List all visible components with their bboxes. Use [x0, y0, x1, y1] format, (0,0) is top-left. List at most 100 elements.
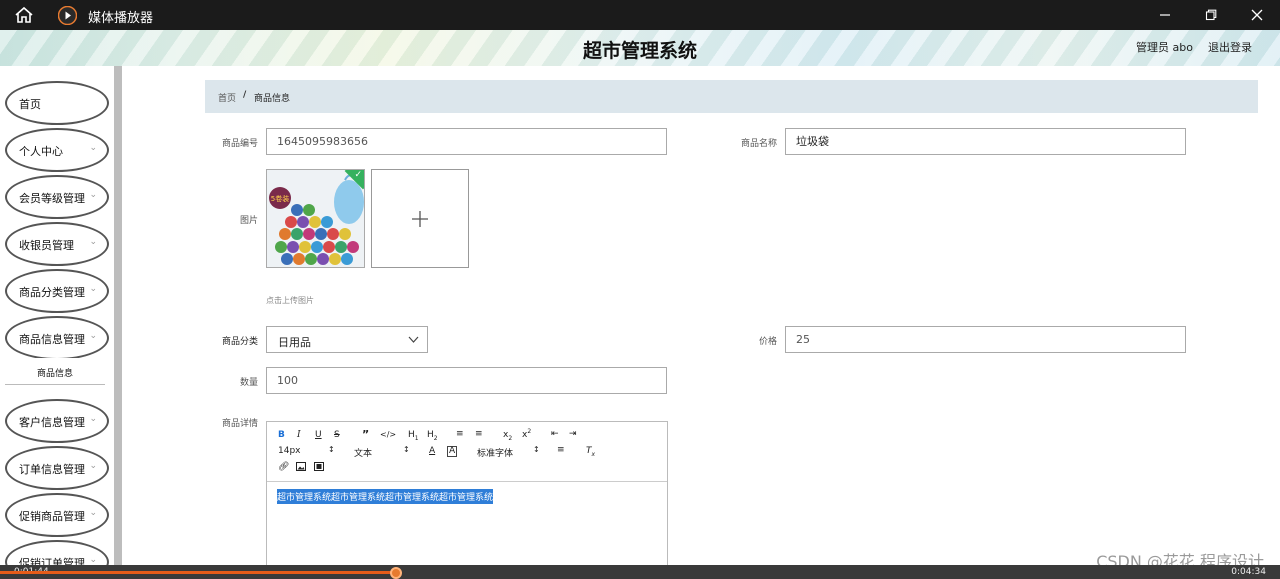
- quantity-field[interactable]: 100: [266, 367, 667, 394]
- price-field[interactable]: 25: [785, 326, 1186, 353]
- align-icon[interactable]: ≡: [557, 445, 565, 455]
- price-label: 价格: [758, 337, 777, 347]
- sidebar-item-label: 促销商品管理: [19, 510, 85, 523]
- heading-1-icon[interactable]: H1: [408, 430, 419, 442]
- minimize-button[interactable]: [1142, 0, 1188, 30]
- add-image-button[interactable]: [371, 169, 469, 268]
- sidebar-subitem-product-info[interactable]: 商品信息: [5, 358, 105, 385]
- chevron-down-icon: ⌄: [89, 190, 97, 200]
- image-label: 图片: [239, 216, 258, 226]
- italic-icon[interactable]: I: [297, 430, 301, 440]
- font-family-select[interactable]: 标准字体: [477, 446, 513, 459]
- close-button[interactable]: [1234, 0, 1280, 30]
- breadcrumb-current: 商品信息: [254, 94, 291, 104]
- sidebar-item-member-levels[interactable]: 会员等级管理 ⌄: [5, 175, 109, 219]
- sidebar-item-customers[interactable]: 客户信息管理 ⌄: [5, 399, 109, 443]
- sidebar-subitem-label: 商品信息: [36, 369, 73, 379]
- ordered-list-icon[interactable]: ≡: [456, 429, 464, 439]
- logout-link[interactable]: 退出登录: [1208, 39, 1252, 55]
- app-header: 超市管理系统 管理员 abo 退出登录: [0, 30, 1280, 66]
- chevron-down-icon: ⌄: [89, 237, 97, 247]
- name-field[interactable]: 垃圾袋: [785, 128, 1186, 155]
- sidebar-item-promo-products[interactable]: 促销商品管理 ⌄: [5, 493, 109, 537]
- block-format-select[interactable]: 文本: [354, 446, 372, 459]
- seek-handle[interactable]: [390, 567, 402, 579]
- editor-toolbar: B I U S ” </> H1 H2 ≡ ≡ x2 x2 ⇤ ⇥ 14px ↕…: [267, 422, 667, 482]
- window-titlebar: 媒体播放器: [0, 0, 1280, 30]
- video-icon[interactable]: [314, 462, 324, 474]
- breadcrumb: 首页 / 商品信息: [205, 80, 1258, 113]
- sidebar-item-home[interactable]: 首页: [5, 81, 109, 125]
- rich-text-editor[interactable]: B I U S ” </> H1 H2 ≡ ≡ x2 x2 ⇤ ⇥ 14px ↕…: [266, 421, 668, 579]
- quantity-label: 数量: [239, 378, 258, 388]
- total-time: 0:04:34: [1231, 567, 1266, 577]
- clear-format-icon[interactable]: Tx: [586, 446, 595, 458]
- media-player-bar: 0:01:44 0:04:34: [0, 565, 1280, 579]
- sidebar-item-label: 首页: [19, 98, 41, 111]
- bullet-list-icon[interactable]: ≡: [475, 429, 483, 439]
- category-select[interactable]: 日用品: [266, 326, 428, 353]
- background-color-icon[interactable]: A: [447, 446, 458, 457]
- heading-2-icon[interactable]: H2: [427, 430, 438, 442]
- category-label: 商品分类: [221, 337, 258, 347]
- sidebar-item-label: 个人中心: [19, 145, 63, 158]
- sidebar-item-label: 会员等级管理: [19, 192, 85, 205]
- sidebar-item-cashiers[interactable]: 收银员管理 ⌄: [5, 222, 109, 266]
- code-block-icon[interactable]: </>: [380, 430, 396, 439]
- category-value: 日用品: [278, 336, 311, 349]
- sidebar: 首页 个人中心 ⌄ 会员等级管理 ⌄ 收银员管理 ⌄ 商品分类管理 ⌄ 商品信息…: [0, 66, 114, 579]
- link-icon[interactable]: 🔗︎: [278, 462, 289, 472]
- editor-content: 超市管理系统超市管理系统超市管理系统超市管理系统: [277, 489, 494, 504]
- window-title: 媒体播放器: [88, 11, 154, 26]
- outdent-icon[interactable]: ⇤: [551, 429, 559, 439]
- restore-button[interactable]: [1188, 0, 1234, 30]
- image-icon[interactable]: [296, 462, 306, 474]
- chevron-down-icon: ⌄: [89, 331, 97, 341]
- system-title: 超市管理系统: [582, 40, 697, 62]
- sidebar-item-categories[interactable]: 商品分类管理 ⌄: [5, 269, 109, 313]
- chevron-down-icon: ⌄: [89, 461, 97, 471]
- chevron-down-icon: ⌄: [89, 143, 97, 153]
- home-icon[interactable]: [14, 6, 34, 24]
- indent-icon[interactable]: ⇥: [569, 429, 577, 439]
- code-field[interactable]: 1645095983656: [266, 128, 667, 155]
- plus-icon: [412, 210, 428, 227]
- blockquote-icon[interactable]: ”: [362, 428, 369, 441]
- underline-icon[interactable]: U: [315, 430, 322, 440]
- detail-label: 商品详情: [221, 419, 258, 429]
- media-player-icon: [58, 6, 77, 25]
- name-label: 商品名称: [740, 139, 777, 149]
- sidebar-item-label: 收银员管理: [19, 239, 74, 252]
- bold-icon[interactable]: B: [278, 430, 285, 440]
- chevron-down-icon: ⌄: [89, 555, 97, 565]
- check-icon: ✓: [354, 170, 362, 180]
- sidebar-item-label: 客户信息管理: [19, 416, 85, 429]
- sidebar-item-personal-center[interactable]: 个人中心 ⌄: [5, 128, 109, 172]
- image-badge-text: 5卷装: [271, 194, 289, 203]
- text-color-icon[interactable]: A: [429, 446, 435, 456]
- breadcrumb-separator: /: [243, 90, 247, 100]
- chevron-down-icon: [408, 336, 419, 343]
- upload-tip: 点击上传图片: [266, 296, 314, 305]
- chevron-updown-icon: ↕: [403, 445, 410, 454]
- sidebar-item-label: 订单信息管理: [19, 463, 85, 476]
- chevron-updown-icon: ↕: [328, 445, 335, 454]
- sidebar-item-label: 商品信息管理: [19, 333, 85, 346]
- chevron-down-icon: ⌄: [89, 284, 97, 294]
- sidebar-item-orders[interactable]: 订单信息管理 ⌄: [5, 446, 109, 490]
- chevron-down-icon: ⌄: [89, 508, 97, 518]
- breadcrumb-home[interactable]: 首页: [218, 91, 236, 104]
- chevron-updown-icon: ↕: [533, 445, 540, 454]
- strikethrough-icon[interactable]: S: [334, 430, 340, 440]
- sidebar-item-products[interactable]: 商品信息管理 ⌄: [5, 316, 109, 360]
- product-image-thumbnail[interactable]: 5卷装 ✓: [266, 169, 365, 268]
- app-root: 媒体播放器 超市管理系统 管理员 abo 退出登录 首页 个人中心 ⌄ 会员等级…: [0, 0, 1280, 579]
- code-label: 商品编号: [221, 139, 258, 149]
- playback-progress[interactable]: [0, 571, 398, 574]
- subscript-icon[interactable]: x2: [503, 430, 512, 442]
- sidebar-item-label: 商品分类管理: [19, 286, 85, 299]
- superscript-icon[interactable]: x2: [522, 428, 531, 440]
- font-size-select[interactable]: 14px: [278, 446, 301, 456]
- trash-bags-image: 5卷装: [267, 170, 364, 267]
- sidebar-scrollbar[interactable]: [114, 66, 122, 579]
